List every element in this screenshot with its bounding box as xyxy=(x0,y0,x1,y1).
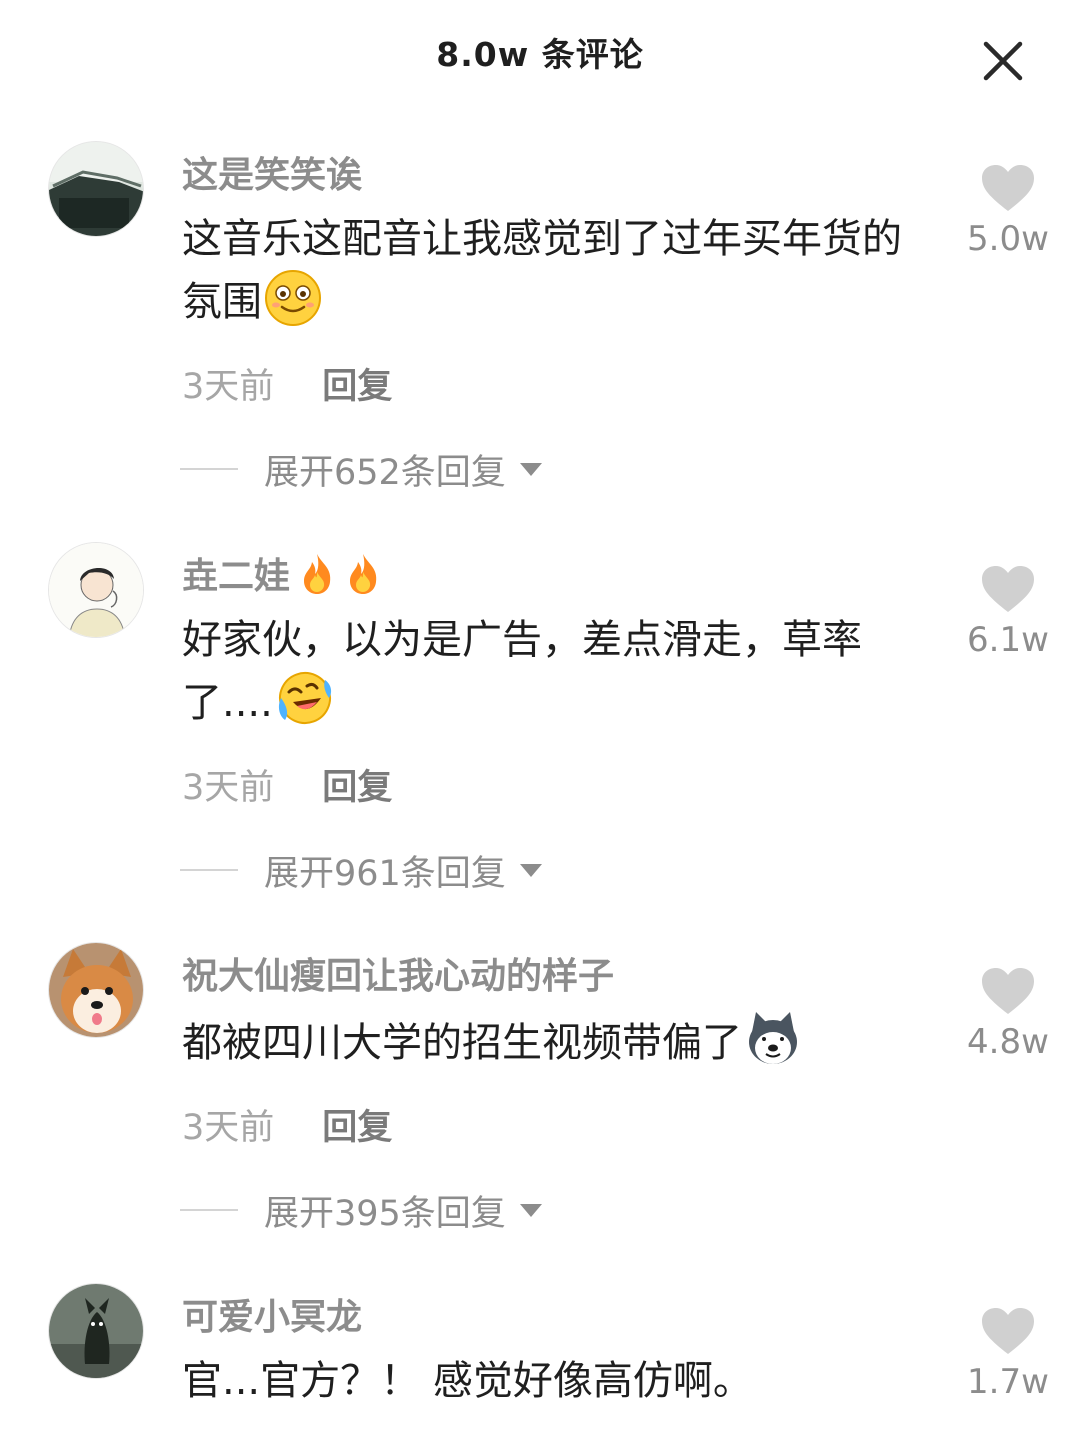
comment-username-text[interactable]: 垚二娃 xyxy=(182,556,290,597)
heart-icon xyxy=(982,165,1034,211)
comment-username: 垚二娃 xyxy=(182,547,382,599)
reply-button[interactable]: 回复 xyxy=(322,367,392,407)
like-count: 6.1w xyxy=(967,620,1049,660)
heart-icon xyxy=(982,1308,1034,1354)
comment-meta: 3天前 回复 xyxy=(182,1099,392,1149)
comment-time: 3天前 xyxy=(182,1108,275,1148)
comment-text: 这音乐这配音让我感觉到了过年买年货的氛围 xyxy=(182,209,922,332)
like-count: 4.8w xyxy=(967,1022,1049,1062)
heart-icon xyxy=(982,566,1034,612)
laughing-crying-emoji-icon xyxy=(278,672,331,724)
expand-replies-button[interactable]: 展开395条回复 xyxy=(180,1187,544,1234)
like-button[interactable]: 6.1w xyxy=(958,564,1058,660)
like-button[interactable]: 1.7w xyxy=(958,1306,1058,1402)
comment-count-title: 8.0w 条评论 xyxy=(436,35,644,74)
expand-replies-label: 展开652条回复 xyxy=(264,452,506,493)
fire-icon xyxy=(350,554,377,594)
avatar[interactable] xyxy=(48,942,144,1038)
comment-time: 3天前 xyxy=(182,367,275,407)
comment-username[interactable]: 祝大仙瘦回让我心动的样子 xyxy=(182,947,614,999)
expand-replies-label: 展开395条回复 xyxy=(264,1193,506,1234)
avatar[interactable] xyxy=(48,141,144,237)
divider-line xyxy=(180,869,238,871)
comment-text: 好家伙，以为是广告，差点滑走，草率了.... xyxy=(182,610,922,733)
comment-text-content: 都被四川大学的招生视频带偏了 xyxy=(182,1020,742,1066)
heart-icon xyxy=(982,968,1034,1014)
comment-text: 官...官方？！ 感觉好像高仿啊。 xyxy=(182,1351,922,1411)
reply-button[interactable]: 回复 xyxy=(322,768,392,808)
comment-text-content: 官...官方？！ 感觉好像高仿啊。 xyxy=(182,1358,753,1404)
comment-time: 3天前 xyxy=(182,768,275,808)
divider-line xyxy=(180,1209,238,1211)
expand-replies-button[interactable]: 展开961条回复 xyxy=(180,847,544,894)
like-count: 5.0w xyxy=(967,219,1049,259)
reply-button[interactable]: 回复 xyxy=(322,1108,392,1148)
comment-username[interactable]: 可爱小冥龙 xyxy=(182,1288,362,1340)
comment-text: 都被四川大学的招生视频带偏了 xyxy=(182,1010,942,1073)
comment-meta: 3天前 回复 xyxy=(182,759,392,809)
close-button[interactable] xyxy=(978,36,1028,86)
like-count: 1.7w xyxy=(967,1362,1049,1402)
divider-line xyxy=(180,468,238,470)
avatar[interactable] xyxy=(48,542,144,638)
smiling-face-emoji-icon xyxy=(265,270,321,326)
chevron-down-icon xyxy=(519,864,542,877)
husky-dog-emoji-icon xyxy=(749,1012,797,1064)
chevron-down-icon xyxy=(519,1204,542,1217)
comment-username[interactable]: 这是笑笑诶 xyxy=(182,146,362,198)
fire-icon xyxy=(304,554,331,594)
like-button[interactable]: 4.8w xyxy=(958,966,1058,1062)
comment-meta: 3天前 回复 xyxy=(182,358,392,408)
chevron-down-icon xyxy=(519,463,542,476)
close-icon xyxy=(983,41,1023,81)
expand-replies-button[interactable]: 展开652条回复 xyxy=(180,446,544,493)
like-button[interactable]: 5.0w xyxy=(958,163,1058,259)
avatar[interactable] xyxy=(48,1283,144,1379)
expand-replies-label: 展开961条回复 xyxy=(264,853,506,894)
comments-header: 8.0w 条评论 xyxy=(0,0,1080,110)
